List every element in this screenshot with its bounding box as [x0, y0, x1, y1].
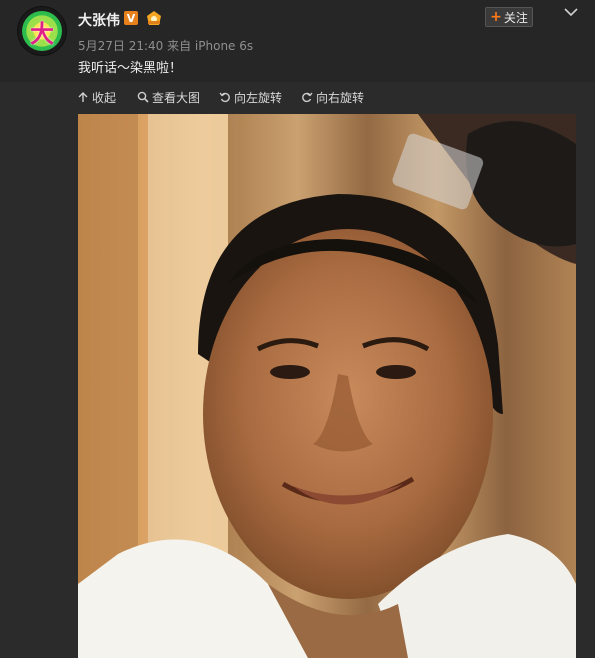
post-meta: 5月27日 21:40 来自 iPhone 6s: [78, 39, 254, 53]
collapse-icon: [78, 92, 88, 102]
rotate-left-button[interactable]: 向左旋转: [219, 89, 282, 105]
rotate-right-icon: [302, 92, 313, 103]
verified-icon: V: [124, 11, 138, 25]
rotate-left-label: 向左旋转: [234, 90, 283, 105]
plus-icon: +: [490, 9, 502, 25]
collapse-label: 收起: [92, 90, 117, 105]
username-link[interactable]: 大张伟: [78, 10, 120, 30]
post-text: 我听话～染黑啦！: [78, 61, 183, 76]
collapse-button[interactable]: 收起: [77, 89, 116, 105]
follow-button[interactable]: + 关注: [485, 7, 533, 27]
selfie-photo: [78, 114, 576, 658]
rotate-right-button[interactable]: 向右旋转: [301, 89, 364, 105]
post-photo[interactable]: [78, 114, 576, 658]
zoom-icon: [137, 91, 149, 103]
weibo-post-card: 大 大张伟 V + 关注 5月27日 21:40 来自 iPhone 6s 我听…: [0, 0, 595, 658]
view-large-label: 查看大图: [152, 90, 201, 105]
view-large-button[interactable]: 查看大图: [137, 89, 200, 105]
follow-button-label: 关注: [503, 10, 528, 25]
rotate-right-label: 向右旋转: [316, 90, 365, 105]
rotate-left-icon: [219, 92, 230, 103]
chevron-down-icon[interactable]: [563, 6, 579, 18]
avatar-glyph: 大: [30, 19, 54, 48]
vip-icon[interactable]: [145, 10, 163, 26]
avatar[interactable]: 大: [18, 7, 66, 55]
